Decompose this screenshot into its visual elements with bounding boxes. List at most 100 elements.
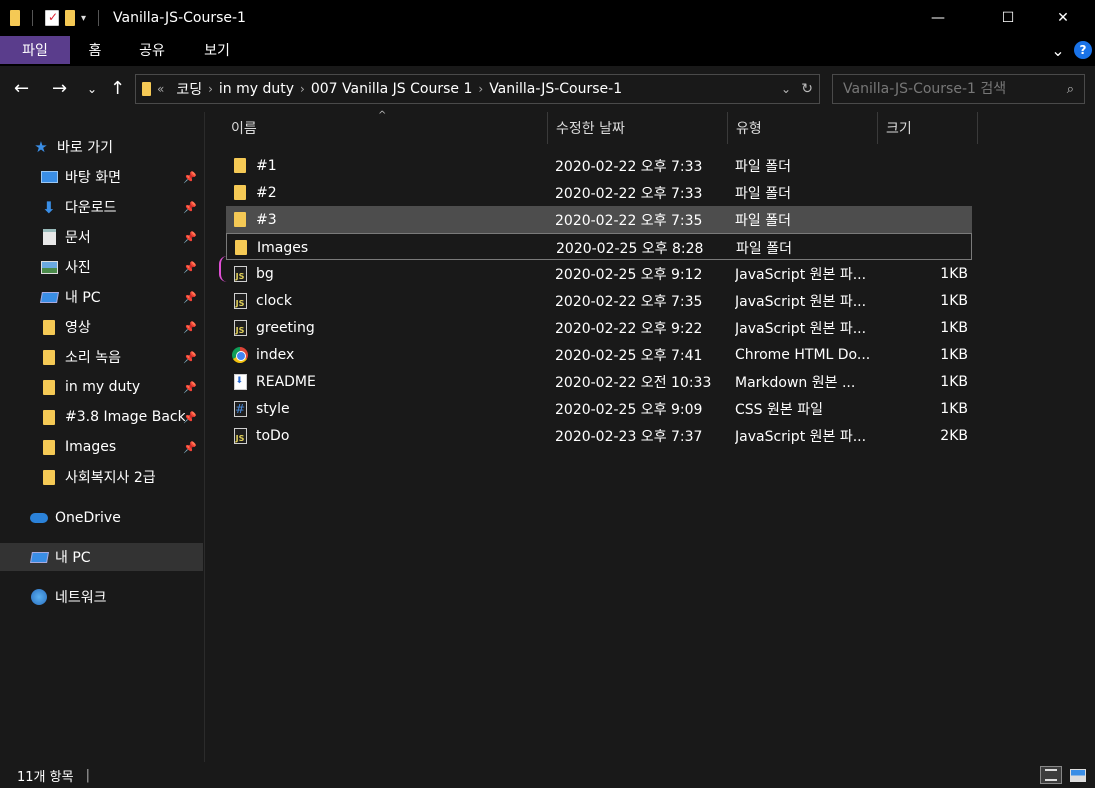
sidebar-item-social-worker[interactable]: 사회복지사 2급 bbox=[0, 463, 203, 491]
pin-icon[interactable]: 📌 bbox=[183, 201, 197, 214]
sidebar-item-images[interactable]: Images 📌 bbox=[0, 433, 203, 461]
large-icons-view-button[interactable] bbox=[1067, 766, 1089, 784]
file-date: 2020-02-22 오후 7:33 bbox=[555, 158, 703, 175]
file-row[interactable]: JS greeting 2020-02-22 오후 9:22 JavaScript 원… bbox=[226, 314, 972, 341]
sidebar-item-my-pc[interactable]: 내 PC bbox=[0, 543, 203, 571]
details-view-button[interactable] bbox=[1040, 766, 1062, 784]
back-arrow-icon[interactable]: ← bbox=[14, 78, 29, 99]
pin-icon[interactable]: 📌 bbox=[183, 231, 197, 244]
file-name-cell: README bbox=[232, 368, 547, 395]
tab-view[interactable]: 보기 bbox=[197, 36, 237, 64]
file-row[interactable]: #3 2020-02-22 오후 7:35 파일 폴더 bbox=[226, 206, 972, 233]
folder-icon bbox=[40, 379, 58, 395]
file-row[interactable]: README 2020-02-22 오전 10:33 Markdown 원본 ...… bbox=[226, 368, 972, 395]
cloud-icon bbox=[30, 513, 48, 523]
network-icon bbox=[30, 589, 48, 605]
sidebar-item-pictures[interactable]: 사진 📌 bbox=[0, 253, 203, 281]
pin-icon[interactable]: 📌 bbox=[183, 171, 197, 184]
sidebar-item-video[interactable]: 영상 📌 bbox=[0, 313, 203, 341]
breadcrumb-course[interactable]: 007 Vanilla JS Course 1 bbox=[311, 81, 473, 97]
sidebar-item-recordings[interactable]: 소리 녹음 📌 bbox=[0, 343, 203, 371]
refresh-icon[interactable]: ↻ bbox=[801, 81, 813, 97]
file-row[interactable]: JS clock 2020-02-22 오후 7:35 JavaScript 원본 파… bbox=[226, 287, 972, 314]
pin-icon[interactable]: 📌 bbox=[183, 441, 197, 454]
column-header-name[interactable]: 이름 bbox=[223, 112, 548, 144]
sidebar-item-downloads[interactable]: ⬇ 다운로드 📌 bbox=[0, 193, 203, 221]
help-button[interactable]: ? bbox=[1073, 36, 1093, 64]
quick-access-dropdown-icon[interactable]: ▾ bbox=[81, 13, 86, 24]
folder-icon bbox=[232, 158, 248, 174]
chevron-right-icon[interactable]: › bbox=[208, 82, 213, 96]
minimize-button[interactable]: — bbox=[915, 0, 961, 36]
pin-icon[interactable]: 📌 bbox=[183, 411, 197, 424]
download-icon: ⬇ bbox=[42, 197, 56, 217]
file-date: 2020-02-22 오후 7:35 bbox=[555, 293, 703, 310]
file-size bbox=[879, 234, 969, 261]
sidebar-item-desktop[interactable]: 바탕 화면 📌 bbox=[0, 163, 203, 191]
address-bar[interactable]: « 코딩 › in my duty › 007 Vanilla JS Cours… bbox=[135, 74, 820, 104]
sidebar-item-this-pc[interactable]: 내 PC 📌 bbox=[0, 283, 203, 311]
column-header-date[interactable]: 수정한 날짜 bbox=[548, 112, 728, 144]
folder-icon bbox=[233, 240, 249, 256]
chevron-right-icon[interactable]: › bbox=[300, 82, 305, 96]
file-name: Images bbox=[257, 239, 309, 256]
file-name: #2 bbox=[256, 184, 277, 201]
file-date: 2020-02-25 오후 9:12 bbox=[555, 266, 703, 283]
sidebar-item-in-my-duty[interactable]: in my duty 📌 bbox=[0, 373, 203, 401]
file-row[interactable]: JS toDo 2020-02-23 오후 7:37 JavaScript 원본 파.… bbox=[226, 422, 972, 449]
breadcrumb-coding[interactable]: 코딩 bbox=[176, 79, 202, 99]
file-date: 2020-02-22 오후 9:22 bbox=[555, 320, 703, 337]
file-row[interactable]: JS bg 2020-02-25 오후 9:12 JavaScript 원본 파...… bbox=[226, 260, 972, 287]
search-input[interactable] bbox=[843, 81, 1053, 97]
tab-home[interactable]: 홈 bbox=[80, 36, 110, 64]
search-icon[interactable]: ⌕ bbox=[1067, 82, 1074, 97]
folder-icon bbox=[232, 212, 248, 228]
file-name-cell: JS bg bbox=[232, 260, 547, 287]
divider bbox=[98, 10, 100, 26]
new-folder-icon[interactable] bbox=[65, 10, 75, 26]
close-button[interactable]: ✕ bbox=[1040, 0, 1086, 36]
breadcrumb-in-my-duty[interactable]: in my duty bbox=[219, 81, 294, 97]
properties-icon[interactable] bbox=[45, 10, 59, 26]
search-box[interactable]: ⌕ bbox=[832, 74, 1085, 104]
file-name-cell: JS greeting bbox=[232, 314, 547, 341]
details-view-icon bbox=[1045, 769, 1057, 781]
sidebar-item-documents[interactable]: 문서 📌 bbox=[0, 223, 203, 251]
file-row[interactable]: #1 2020-02-22 오후 7:33 파일 폴더 bbox=[226, 152, 972, 179]
file-row[interactable]: # style 2020-02-25 오후 9:09 CSS 원본 파일 1KB bbox=[226, 395, 972, 422]
file-date: 2020-02-22 오후 7:35 bbox=[555, 212, 703, 229]
file-row[interactable]: #2 2020-02-22 오후 7:33 파일 폴더 bbox=[226, 179, 972, 206]
file-type: CSS 원본 파일 bbox=[735, 401, 823, 418]
ribbon-tabs: 파일 홈 공유 보기 ⌄ ? bbox=[0, 36, 1095, 66]
pin-icon[interactable]: 📌 bbox=[183, 291, 197, 304]
file-name: #3 bbox=[256, 211, 277, 228]
file-type: 파일 폴더 bbox=[735, 212, 791, 229]
file-date: 2020-02-25 오후 9:09 bbox=[555, 401, 703, 418]
maximize-button[interactable]: ☐ bbox=[985, 0, 1031, 36]
file-row[interactable]: index 2020-02-25 오후 7:41 Chrome HTML Do...… bbox=[226, 341, 972, 368]
recent-locations-icon[interactable]: ⌄ bbox=[87, 82, 97, 96]
tab-share[interactable]: 공유 bbox=[132, 36, 172, 64]
pin-icon[interactable]: 📌 bbox=[183, 321, 197, 334]
chevron-right-icon[interactable]: › bbox=[478, 82, 483, 96]
sidebar-item-quick-access[interactable]: ★ 바로 가기 bbox=[0, 133, 203, 161]
forward-arrow-icon[interactable]: → bbox=[52, 78, 67, 99]
file-row[interactable]: Images 2020-02-25 오후 8:28 파일 폴더 bbox=[226, 233, 972, 260]
sidebar-item-onedrive[interactable]: OneDrive bbox=[0, 504, 203, 532]
tab-file[interactable]: 파일 bbox=[0, 36, 70, 64]
file-date: 2020-02-22 오후 7:33 bbox=[555, 185, 703, 202]
pin-icon[interactable]: 📌 bbox=[183, 261, 197, 274]
up-arrow-icon[interactable]: ↑ bbox=[110, 78, 125, 99]
sidebar-item-label: 문서 bbox=[65, 230, 91, 246]
address-dropdown-icon[interactable]: ⌄ bbox=[781, 82, 791, 96]
pin-icon[interactable]: 📌 bbox=[183, 351, 197, 364]
overflow-chevron-icon[interactable]: « bbox=[157, 82, 164, 96]
chevron-down-icon[interactable]: ⌄ bbox=[1048, 36, 1068, 64]
column-header-type[interactable]: 유형 bbox=[728, 112, 878, 144]
sidebar-item-image-background[interactable]: #3.8 Image Backg 📌 bbox=[0, 403, 203, 431]
sidebar-item-label: 영상 bbox=[65, 320, 91, 336]
column-header-size[interactable]: 크기 bbox=[878, 112, 978, 144]
breadcrumb-current[interactable]: Vanilla-JS-Course-1 bbox=[489, 81, 622, 97]
sidebar-item-network[interactable]: 네트워크 bbox=[0, 583, 203, 611]
pin-icon[interactable]: 📌 bbox=[183, 381, 197, 394]
